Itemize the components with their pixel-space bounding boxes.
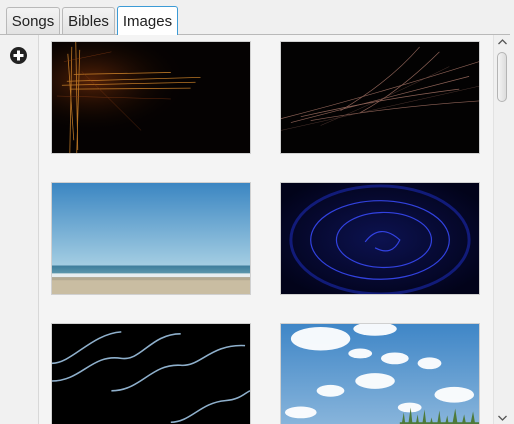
tab-songs-label: Songs <box>11 12 55 30</box>
plus-circle-icon <box>13 50 24 61</box>
image-thumbnail-clouds[interactable] <box>280 323 480 424</box>
image-thumbnail-streaks[interactable] <box>280 41 480 154</box>
image-thumbnail-cross[interactable] <box>51 41 251 154</box>
tab-bibles[interactable]: Bibles <box>62 7 115 34</box>
window-edge <box>510 0 514 424</box>
image-thumbnail-swirl[interactable] <box>280 182 480 295</box>
image-thumbnail-beach[interactable] <box>51 182 251 295</box>
beach-ocean-image <box>52 183 250 294</box>
image-thumbnail-waves[interactable] <box>51 323 251 424</box>
scroll-up-icon[interactable] <box>498 37 507 46</box>
tab-songs[interactable]: Songs <box>6 7 60 34</box>
tab-bibles-label: Bibles <box>68 12 109 30</box>
light-streaks-image <box>281 42 479 153</box>
tab-images[interactable]: Images <box>117 6 178 35</box>
tab-images-label: Images <box>122 12 173 30</box>
light-waves-image <box>52 324 250 424</box>
image-toolbar <box>0 35 39 424</box>
scroll-down-icon[interactable] <box>498 413 507 422</box>
tab-bar: Songs Bibles Images <box>0 0 514 36</box>
clouds-sky-image <box>281 324 479 424</box>
image-grid <box>39 35 492 424</box>
scrollbar-thumb[interactable] <box>497 52 507 102</box>
images-panel <box>0 35 514 424</box>
add-image-button[interactable] <box>10 47 27 64</box>
glowing-cross-image <box>52 42 250 153</box>
vertical-scrollbar[interactable] <box>493 35 511 424</box>
blue-swirl-image <box>281 183 479 294</box>
